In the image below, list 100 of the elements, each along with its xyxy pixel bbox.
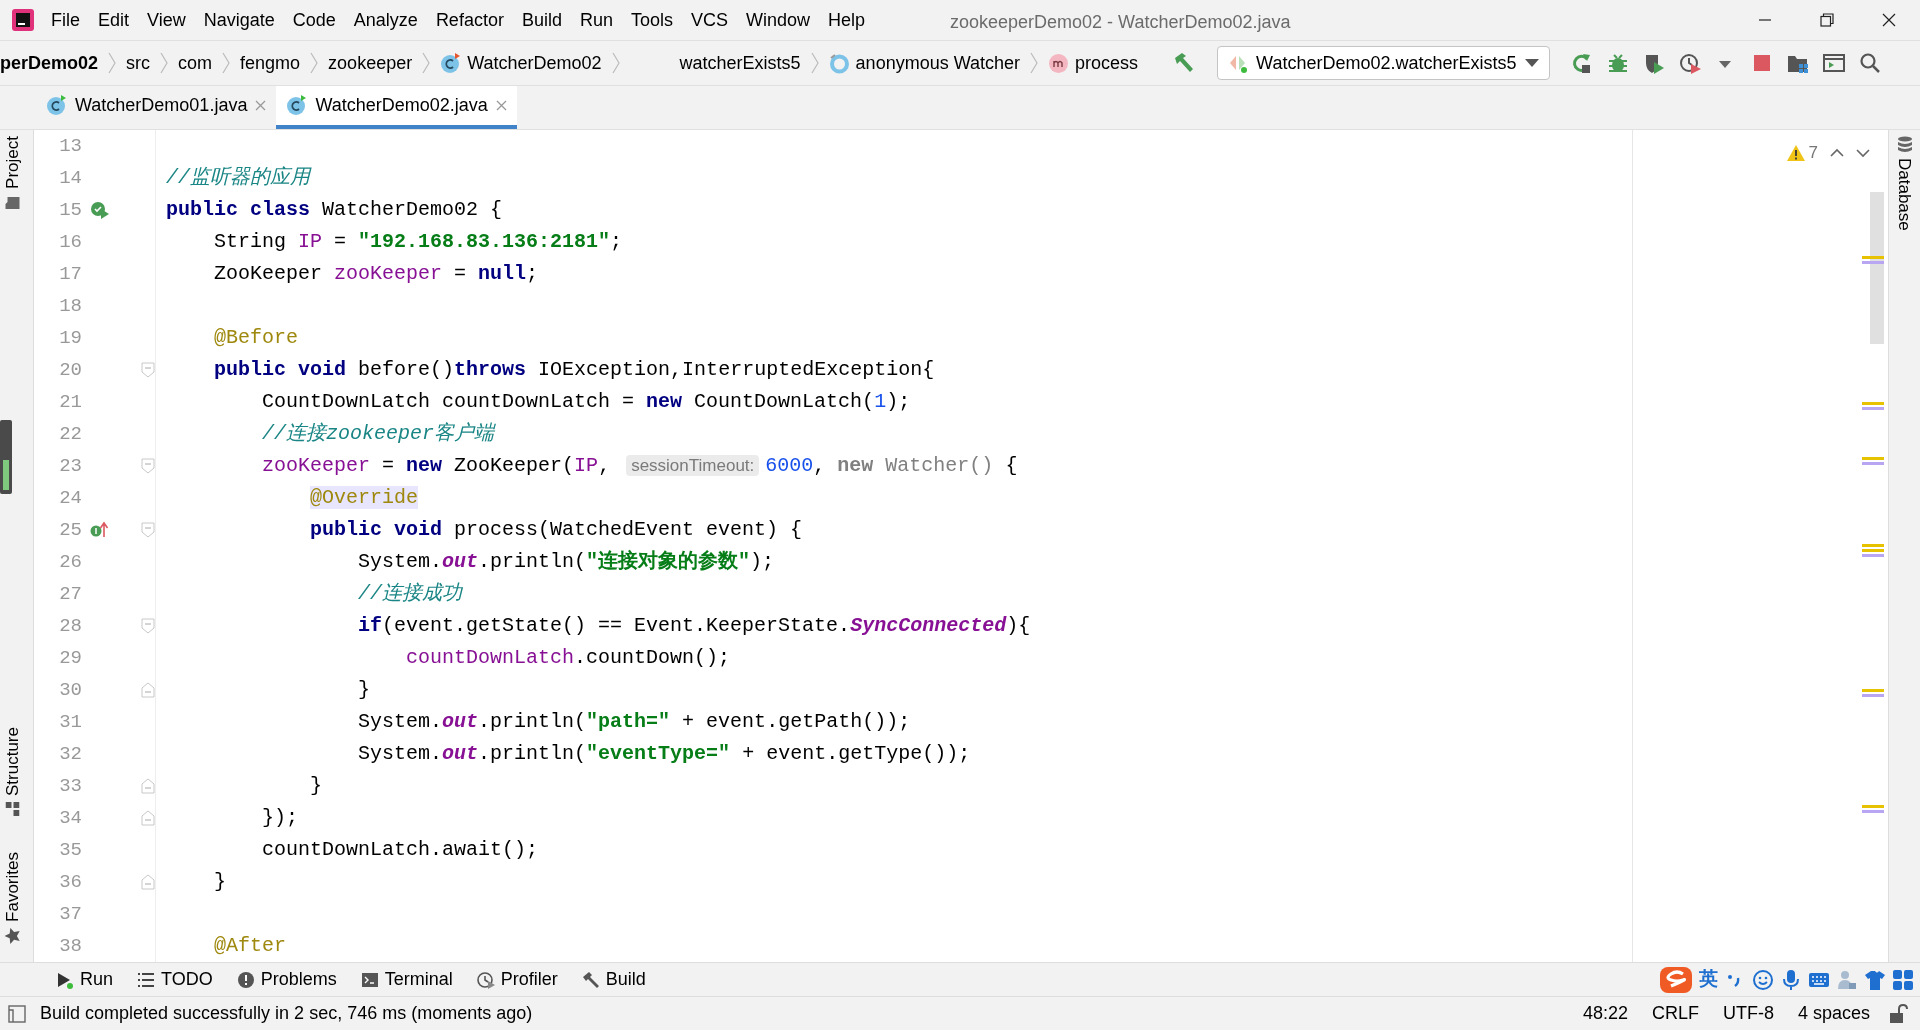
chevron-down-icon[interactable] (1856, 147, 1870, 158)
code-line: countDownLatch.await(); (261, 837, 539, 863)
warning-count[interactable]: 7 (1786, 140, 1818, 166)
menu-item[interactable]: View (138, 6, 195, 34)
code-line: //监听器的应用 (166, 165, 310, 191)
breadcrumb[interactable]: watcherExists5 (675, 49, 805, 77)
menu-item[interactable]: Analyze (344, 6, 427, 34)
memory-indicator-icon[interactable] (0, 420, 12, 494)
tool-window-button[interactable]: Database (1891, 154, 1918, 235)
breadcrumb[interactable]: anonymous Watcher (824, 49, 1025, 77)
code-line: @After (213, 933, 287, 959)
line-number: 24 (58, 485, 82, 511)
editor-tab[interactable]: WatcherDemo01.java (36, 86, 277, 129)
shirt-icon[interactable] (1864, 968, 1886, 991)
breadcrumb[interactable]: fengmo (236, 49, 305, 77)
breadcrumb[interactable]: process (1044, 49, 1143, 77)
tool-window-button[interactable]: Problems (224, 966, 349, 993)
profiler-icon[interactable] (1678, 52, 1701, 74)
editor-tab[interactable]: WatcherDemo02.java (276, 86, 517, 129)
fold-marker-icon[interactable] (141, 682, 155, 698)
line-number: 28 (58, 613, 82, 639)
status-item[interactable]: UTF-8 (1710, 1000, 1786, 1027)
line-number: 29 (58, 645, 82, 671)
tool-window-button[interactable]: Run (44, 966, 126, 993)
code-line: } (357, 677, 371, 703)
grid-icon[interactable] (1892, 968, 1914, 991)
breadcrumb[interactable]: src (122, 49, 155, 77)
menu-item[interactable]: Edit (89, 6, 139, 34)
class-icon (286, 95, 308, 116)
menu-item[interactable]: Navigate (194, 6, 284, 34)
fold-marker-icon[interactable] (141, 778, 155, 794)
status-message: Build completed successfully in 2 sec, 746 ms (moments ago) (40, 1002, 533, 1025)
tool-window-button[interactable]: Structure (0, 721, 26, 823)
fold-marker-icon[interactable] (141, 522, 155, 538)
smiley-icon[interactable] (1752, 968, 1774, 991)
line-number: 27 (58, 581, 82, 607)
ring-icon (828, 52, 850, 74)
code-line: @Before (213, 325, 299, 351)
restore-icon[interactable] (1820, 13, 1834, 27)
todo-icon (137, 970, 156, 989)
search-icon[interactable] (1858, 52, 1881, 74)
fold-marker-icon[interactable] (141, 810, 155, 826)
line-number: 31 (58, 709, 82, 735)
terminal-icon[interactable] (1822, 52, 1845, 74)
method-icon (1048, 52, 1070, 74)
ime-logo-icon[interactable] (1659, 964, 1693, 995)
line-number: 34 (58, 805, 82, 831)
status-item[interactable]: CRLF (1639, 1000, 1711, 1027)
code-line: countDownLatch.countDown(); (405, 645, 731, 671)
chevron-up-icon[interactable] (1830, 147, 1844, 158)
breadcrumb[interactable]: perDemo02 (0, 49, 103, 77)
menu-item[interactable]: VCS (682, 6, 737, 34)
line-number: 16 (58, 229, 82, 255)
breadcrumb[interactable]: com (174, 49, 217, 77)
fold-marker-icon[interactable] (141, 874, 155, 890)
implements-gutter-icon[interactable] (90, 520, 110, 540)
class-icon (46, 95, 67, 116)
menu-item[interactable]: Run (570, 6, 622, 34)
tool-window-button[interactable]: Terminal (348, 966, 465, 993)
person-icon[interactable] (1836, 968, 1858, 991)
chevron-icon (310, 52, 319, 74)
menu-item[interactable]: Tools (621, 6, 682, 34)
code-line: } (309, 773, 323, 799)
lock-icon[interactable] (1888, 1003, 1908, 1024)
line-number: 14 (58, 165, 82, 191)
input-mode-label[interactable]: 英 (1699, 965, 1718, 994)
panel-toggle-icon[interactable] (8, 1004, 26, 1023)
menu-item[interactable]: File (42, 6, 89, 34)
app-logo-icon (12, 9, 34, 31)
breadcrumb[interactable]: zookeeper (324, 49, 417, 77)
run-configuration-dropdown[interactable]: WatcherDemo02.watcherExists5 (1217, 46, 1550, 80)
status-item[interactable]: 48:22 (1570, 1000, 1640, 1027)
menu-item[interactable]: Help (819, 6, 875, 34)
tool-window-button[interactable]: TODO (125, 966, 225, 993)
line-number: 36 (58, 869, 82, 895)
menu-item[interactable]: Build (512, 6, 571, 34)
microphone-icon[interactable] (1780, 968, 1802, 991)
fold-marker-icon[interactable] (141, 362, 155, 378)
menu-item[interactable]: Window (737, 6, 820, 34)
fold-marker-icon[interactable] (141, 618, 155, 634)
tool-window-button[interactable]: Build (569, 966, 658, 993)
run-icon (56, 970, 74, 989)
warning-icon (1786, 144, 1805, 161)
breadcrumb[interactable]: WatcherDemo02 (436, 49, 606, 77)
debug-icon[interactable] (1606, 52, 1629, 74)
rerun-icon[interactable] (1570, 52, 1593, 74)
code-line: }); (261, 805, 299, 831)
chevron-icon (1030, 52, 1039, 74)
menu-item[interactable]: Refactor (426, 6, 513, 34)
status-item[interactable]: 4 spaces (1785, 1000, 1882, 1027)
code-line: System.out.println("连接对象的参数"); (357, 549, 775, 575)
chevron-icon (810, 52, 819, 74)
tool-window-button[interactable]: Favorites (0, 846, 26, 950)
menu-item[interactable]: Code (283, 6, 345, 34)
run-gutter-icon[interactable] (90, 200, 110, 220)
fold-marker-icon[interactable] (141, 458, 155, 474)
close-icon[interactable] (1882, 13, 1896, 27)
tool-window-button[interactable]: Project (0, 130, 26, 217)
code-line: public void process(WatchedEvent event) { (309, 517, 803, 543)
tool-window-button[interactable]: Profiler (464, 966, 570, 993)
